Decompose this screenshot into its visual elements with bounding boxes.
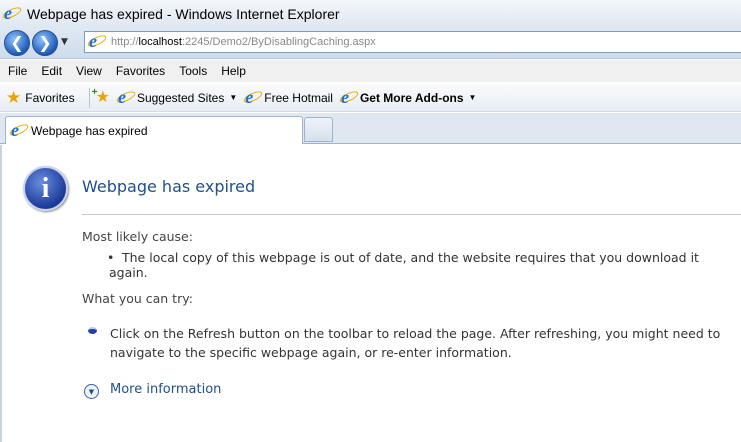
- back-button[interactable]: ❮: [4, 30, 30, 56]
- favorites-label: Favorites: [25, 90, 75, 105]
- navigation-bar: ❮ ❯ ▼ e http://localhost:2245/Demo2/ByDi…: [0, 27, 741, 59]
- page-ie-icon: e: [86, 31, 108, 51]
- back-arrow-icon: ❮: [10, 33, 24, 52]
- favorites-separator: [88, 87, 90, 108]
- favorites-button[interactable]: ★ Favorites: [0, 89, 75, 106]
- divider: [82, 214, 741, 215]
- try-label: What you can try:: [82, 291, 193, 306]
- free-hotmail-link[interactable]: e Free Hotmail: [242, 87, 333, 107]
- address-bar[interactable]: e http://localhost:2245/Demo2/ByDisablin…: [84, 31, 741, 53]
- tab-label: Webpage has expired: [31, 123, 148, 138]
- try-list-item: Click on the Refresh button on the toolb…: [110, 326, 721, 360]
- get-more-addons-button[interactable]: e Get More Add-ons ▼: [338, 87, 477, 107]
- tab-bar: e Webpage has expired: [0, 113, 741, 144]
- browser-window: e Webpage has expired - Windows Internet…: [0, 0, 741, 442]
- forward-button[interactable]: ❯: [32, 30, 58, 56]
- cause-list-item: The local copy of this webpage is out of…: [107, 250, 741, 280]
- cause-label: Most likely cause:: [82, 229, 193, 244]
- expand-chevron-icon[interactable]: ▼: [84, 384, 99, 399]
- menu-help[interactable]: Help: [214, 64, 253, 78]
- chevron-down-icon: ▼: [468, 93, 477, 102]
- get-more-addons-label: Get More Add-ons: [359, 90, 464, 105]
- add-favorite-icon: + ★: [91, 86, 110, 106]
- page-title: Webpage has expired: [82, 177, 256, 196]
- menu-bar: File Edit View Favorites Tools Help: [0, 60, 741, 82]
- internet-explorer-icon: e: [242, 87, 265, 107]
- address-url[interactable]: http://localhost:2245/Demo2/ByDisablingC…: [111, 36, 376, 48]
- information-icon: i: [23, 166, 68, 211]
- favorites-star-icon: ★: [6, 88, 22, 107]
- favorites-bar: ★ Favorites + ★ e Suggested Sites ▼ e Fre…: [0, 84, 741, 112]
- recent-pages-dropdown[interactable]: ▼: [61, 37, 68, 47]
- free-hotmail-label: Free Hotmail: [264, 90, 333, 105]
- internet-explorer-icon: e: [338, 87, 360, 107]
- suggested-sites-label: Suggested Sites: [136, 90, 225, 105]
- menu-view[interactable]: View: [69, 64, 109, 78]
- page-content: i Webpage has expired Most likely cause:…: [0, 145, 741, 442]
- tab-webpage-has-expired[interactable]: e Webpage has expired: [5, 116, 303, 144]
- internet-explorer-icon: e: [1, 3, 23, 23]
- internet-explorer-icon: e: [8, 120, 30, 140]
- menu-edit[interactable]: Edit: [34, 64, 69, 78]
- suggested-sites-button[interactable]: e Suggested Sites ▼: [115, 87, 238, 107]
- chevron-down-icon: ▼: [229, 93, 238, 102]
- bullet-icon: [88, 327, 97, 334]
- new-tab-button[interactable]: [304, 117, 333, 142]
- menu-favorites[interactable]: Favorites: [109, 64, 172, 78]
- more-information-link[interactable]: More information: [110, 382, 221, 397]
- add-to-favorites-bar-button[interactable]: + ★: [91, 86, 110, 106]
- forward-arrow-icon: ❯: [38, 33, 52, 52]
- menu-tools[interactable]: Tools: [172, 64, 214, 78]
- internet-explorer-icon: e: [115, 87, 137, 107]
- menu-file[interactable]: File: [0, 64, 34, 78]
- title-bar: e Webpage has expired - Windows Internet…: [0, 0, 741, 27]
- window-title: Webpage has expired - Windows Internet E…: [27, 5, 340, 22]
